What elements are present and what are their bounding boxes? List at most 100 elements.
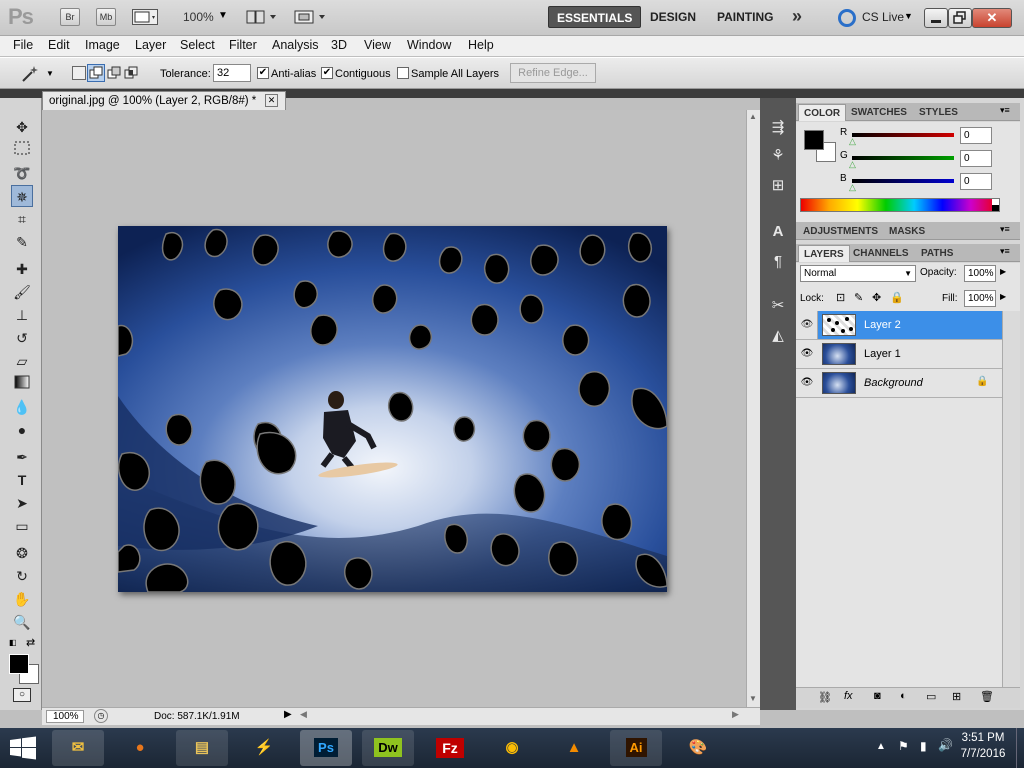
restore-button[interactable] — [948, 8, 972, 28]
tab-color[interactable]: COLOR — [798, 104, 847, 121]
dodge-tool-icon[interactable]: ● — [11, 419, 33, 441]
taskbar-outlook-icon[interactable]: ✉ — [52, 730, 104, 766]
menu-analysis[interactable]: Analysis — [272, 38, 319, 52]
magic-wand-tool-icon[interactable]: ✵ — [11, 185, 33, 207]
view-extras-icon[interactable] — [132, 9, 158, 25]
taskbar-vlc-icon[interactable]: ▲ — [548, 730, 600, 766]
scroll-up-icon[interactable]: ▲ — [749, 112, 757, 121]
contiguous-checkbox[interactable]: ✔ — [321, 67, 333, 79]
tab-paths[interactable]: PATHS — [916, 245, 958, 262]
eraser-tool-icon[interactable]: ▱ — [11, 350, 33, 372]
anti-alias-checkbox[interactable]: ✔ — [257, 67, 269, 79]
menu-filter[interactable]: Filter — [229, 38, 257, 52]
lock-position-icon[interactable]: ✥ — [872, 291, 881, 304]
lock-image-icon[interactable]: ✎ — [854, 291, 863, 304]
channel-b-value[interactable]: 0 — [960, 173, 992, 190]
clock-time[interactable]: 3:51 PM — [958, 732, 1008, 744]
vertical-scrollbar[interactable]: ▲ ▼ — [746, 110, 760, 707]
color-ramp[interactable] — [800, 198, 1000, 212]
foreground-color-swatch[interactable] — [9, 654, 29, 674]
close-document-icon[interactable]: ✕ — [265, 94, 278, 107]
more-workspaces-button[interactable]: » — [792, 6, 802, 27]
refine-edge-button[interactable]: Refine Edge... — [510, 63, 596, 83]
color-panel-menu-icon[interactable]: ▾≡ — [1000, 105, 1010, 116]
delete-layer-icon[interactable]: 🗑 — [980, 690, 994, 703]
menu-file[interactable]: File — [13, 38, 33, 52]
menu-select[interactable]: Select — [180, 38, 215, 52]
tab-adjustments[interactable]: ADJUSTMENTS — [798, 223, 883, 240]
document-tab[interactable]: original.jpg @ 100% (Layer 2, RGB/8#) * … — [42, 91, 286, 110]
show-desktop-button[interactable] — [1016, 728, 1024, 768]
blur-tool-icon[interactable]: 💧 — [11, 396, 33, 418]
paragraph-panel-icon[interactable]: ¶ — [766, 250, 790, 274]
zoom-level[interactable]: 100% — [183, 10, 214, 24]
tool-presets-icon[interactable]: ✂ — [766, 294, 790, 318]
fill-input[interactable]: 100% — [964, 290, 996, 307]
taskbar-filezilla-icon[interactable]: Fz — [424, 730, 476, 766]
menu-layer[interactable]: Layer — [135, 38, 166, 52]
brush-presets-icon[interactable]: ⊞ — [766, 174, 790, 198]
intersect-selection-icon[interactable] — [124, 66, 138, 80]
bridge-button[interactable]: Br — [60, 8, 80, 26]
hscroll-left-icon[interactable]: ◀ — [300, 709, 307, 720]
opacity-input[interactable]: 100% — [964, 265, 996, 282]
status-info-icon[interactable]: ◷ — [94, 709, 108, 723]
close-button[interactable]: ✕ — [972, 8, 1012, 28]
adjustment-layer-icon[interactable]: ◐ — [900, 690, 907, 702]
3d-orbit-tool-icon[interactable]: ↻ — [11, 565, 33, 587]
shape-tool-icon[interactable]: ▭ — [11, 515, 33, 537]
new-layer-icon[interactable]: ⊞ — [952, 690, 961, 703]
mini-bridge-button[interactable]: Mb — [96, 8, 116, 26]
add-mask-icon[interactable]: ◙ — [874, 690, 881, 702]
layers-scrollbar[interactable] — [1002, 311, 1020, 687]
color-ramp-bw-icon[interactable] — [992, 199, 999, 211]
taskbar-explorer-icon[interactable]: ▤ — [176, 730, 228, 766]
new-selection-icon[interactable] — [72, 66, 86, 80]
hand-tool-icon[interactable]: ✋ — [11, 588, 33, 610]
brush-tool-icon[interactable]: 🖌 — [11, 281, 33, 303]
screen-mode-icon[interactable] — [292, 9, 330, 25]
cs-live-button[interactable]: CS Live — [862, 10, 904, 24]
layer-2-visibility-icon[interactable]: 👁 — [800, 319, 814, 331]
tray-show-hidden-icon[interactable]: ▲ — [876, 741, 886, 752]
channel-b-handle-icon[interactable]: △ — [849, 182, 856, 193]
zoom-tool-icon[interactable]: 🔍 — [11, 611, 33, 633]
menu-help[interactable]: Help — [468, 38, 494, 52]
3d-rotate-tool-icon[interactable]: ❂ — [11, 542, 33, 564]
pen-tool-icon[interactable]: ✒ — [11, 446, 33, 468]
layer-style-icon[interactable]: fx — [844, 690, 853, 702]
layer-row-layer-2[interactable]: 👁 Layer 2 — [796, 311, 1002, 340]
zoom-dropdown-icon[interactable]: ▼ — [218, 10, 228, 21]
clock-date[interactable]: 7/7/2016 — [956, 748, 1010, 760]
taskbar-chrome-icon[interactable]: ◉ — [486, 730, 538, 766]
new-group-icon[interactable]: ▭ — [926, 690, 936, 703]
minimize-button[interactable] — [924, 8, 948, 28]
channel-g-handle-icon[interactable]: △ — [849, 159, 856, 170]
layer-1-visibility-icon[interactable]: 👁 — [800, 348, 814, 360]
sample-all-layers-checkbox[interactable] — [397, 67, 409, 79]
color-foreground-swatch[interactable] — [804, 130, 824, 150]
swap-colors-icon[interactable]: ⇄ — [26, 636, 35, 649]
healing-brush-tool-icon[interactable]: ✚ — [11, 258, 33, 280]
hscroll-right-icon[interactable]: ▶ — [732, 709, 739, 720]
default-colors-icon[interactable]: ◧ — [9, 638, 17, 647]
opacity-slider-icon[interactable]: ▶ — [1000, 267, 1006, 276]
gradient-tool-icon[interactable] — [11, 373, 33, 395]
lock-transparent-icon[interactable]: ⊡ — [836, 291, 845, 304]
channel-g-slider[interactable] — [852, 156, 954, 160]
subtract-from-selection-icon[interactable] — [107, 66, 121, 80]
type-tool-icon[interactable]: T — [11, 469, 33, 491]
menu-edit[interactable]: Edit — [48, 38, 70, 52]
menu-3d[interactable]: 3D — [331, 38, 347, 52]
taskbar-paint-icon[interactable]: 🎨 — [672, 730, 724, 766]
workspace-design[interactable]: DESIGN — [642, 6, 704, 28]
add-to-selection-icon[interactable] — [87, 64, 105, 82]
tab-channels[interactable]: CHANNELS — [848, 245, 914, 262]
taskbar-illustrator-icon[interactable]: Ai — [610, 730, 662, 766]
windows-start-icon[interactable] — [8, 736, 38, 760]
link-layers-icon[interactable]: ⛓ — [818, 691, 832, 704]
clone-stamp-tool-icon[interactable]: ⊥ — [11, 304, 33, 326]
workspace-painting[interactable]: PAINTING — [709, 6, 781, 28]
history-brush-tool-icon[interactable]: ↺ — [11, 327, 33, 349]
adjustments-panel-menu-icon[interactable]: ▾≡ — [1000, 224, 1010, 235]
